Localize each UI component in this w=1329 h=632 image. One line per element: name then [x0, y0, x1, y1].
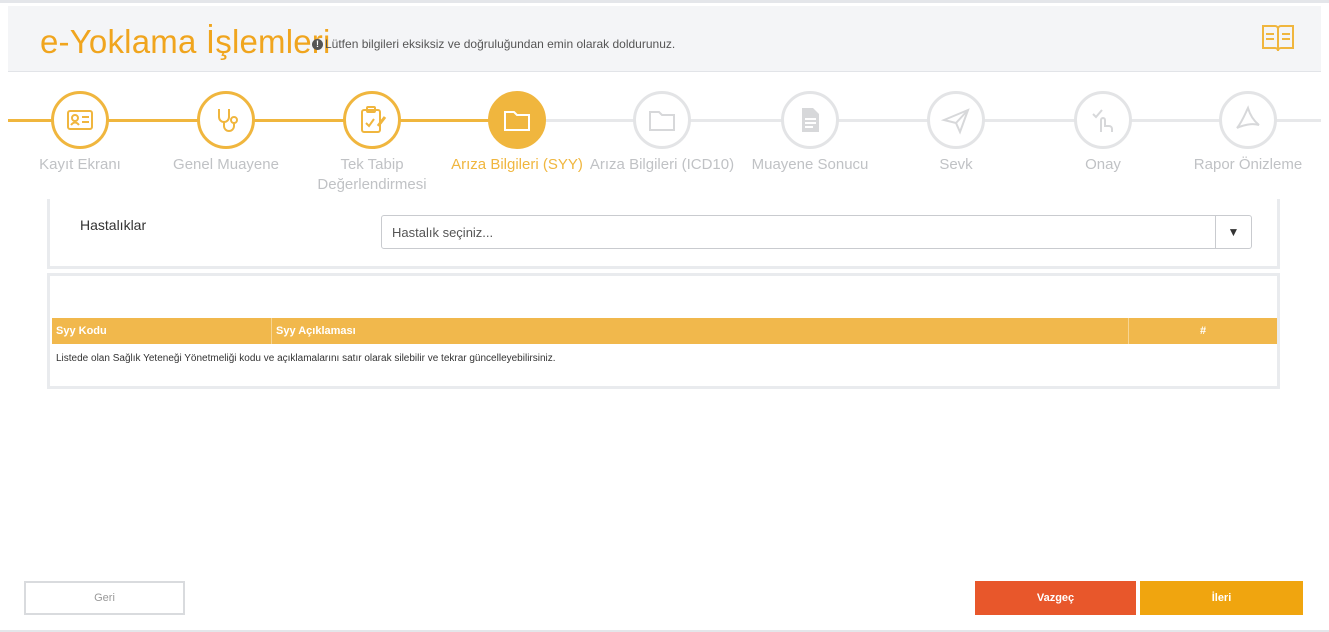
page-title: e-Yoklama İşlemleri	[40, 23, 331, 60]
table-header: Syy Kodu Syy Açıklaması #	[52, 318, 1277, 344]
paper-plane-icon	[927, 91, 985, 149]
id-card-icon	[51, 91, 109, 149]
stethoscope-icon	[197, 91, 255, 149]
dropdown-arrow-icon[interactable]: ▼	[1215, 216, 1251, 248]
step-genel-muayene[interactable]: Genel Muayene	[151, 91, 301, 175]
step-sevk[interactable]: Sevk	[881, 91, 1031, 175]
step-muayene-sonucu[interactable]: Muayene Sonucu	[735, 91, 885, 175]
step-onay[interactable]: Onay	[1028, 91, 1178, 175]
step-label: Onay	[1085, 156, 1121, 173]
step-label: Arıza Bilgileri (ICD10)	[589, 156, 735, 173]
column-header-actions: #	[1199, 325, 1207, 337]
column-header-syy-kodu[interactable]: Syy Kodu	[52, 318, 272, 344]
folder-icon	[488, 91, 546, 149]
step-label: Sevk	[939, 156, 973, 173]
step-label: Kayıt Ekranı	[39, 156, 121, 173]
step-label: Rapor Önizleme	[1193, 156, 1303, 173]
disease-select-placeholder: Hastalık seçiniz...	[392, 225, 494, 240]
folder-icon	[633, 91, 691, 149]
step-ariza-syy[interactable]: Arıza Bilgileri (SYY)	[442, 91, 592, 175]
touch-check-icon	[1074, 91, 1132, 149]
step-label: Tek Tabip Değerlendirmesi	[317, 156, 427, 193]
step-rapor-onizleme[interactable]: Rapor Önizleme	[1173, 91, 1323, 175]
step-label: Genel Muayene	[173, 156, 279, 173]
info-notice: ! Lütfen bilgileri eksiksiz ve doğruluğu…	[312, 37, 675, 51]
page-header: e-Yoklama İşlemleri ! Lütfen bilgileri e…	[8, 6, 1321, 72]
back-button[interactable]: Geri	[24, 581, 185, 615]
pdf-icon	[1219, 91, 1277, 149]
syy-table-panel: Syy Kodu Syy Açıklaması # Listede olan S…	[47, 273, 1280, 389]
step-tek-tabip[interactable]: Tek Tabip Değerlendirmesi	[297, 91, 447, 195]
step-ariza-icd10[interactable]: Arıza Bilgileri (ICD10)	[587, 91, 737, 175]
table-note: Listede olan Sağlık Yeteneği Yönetmeliği…	[56, 353, 556, 364]
disease-panel: Hastalıklar Hastalık seçiniz... ▼	[47, 199, 1280, 269]
document-icon	[781, 91, 839, 149]
info-notice-text: Lütfen bilgileri eksiksiz ve doğruluğund…	[325, 37, 676, 51]
info-icon: !	[312, 38, 323, 50]
cancel-button[interactable]: Vazgeç	[975, 581, 1136, 615]
wizard-stepper: Kayıt Ekranı Genel Muayene Tek Tabip Değ…	[0, 73, 1329, 199]
next-button[interactable]: İleri	[1140, 581, 1303, 615]
step-kayit-ekrani[interactable]: Kayıt Ekranı	[5, 91, 155, 175]
page-frame: e-Yoklama İşlemleri ! Lütfen bilgileri e…	[0, 0, 1329, 632]
book-icon[interactable]	[1260, 22, 1296, 54]
disease-select[interactable]: Hastalık seçiniz... ▼	[381, 215, 1252, 249]
step-label: Arıza Bilgileri (SYY)	[451, 156, 583, 173]
disease-label: Hastalıklar	[80, 217, 147, 233]
clipboard-edit-icon	[343, 91, 401, 149]
column-header-syy-aciklamasi[interactable]: Syy Açıklaması	[272, 318, 1129, 344]
step-label: Muayene Sonucu	[751, 156, 869, 173]
